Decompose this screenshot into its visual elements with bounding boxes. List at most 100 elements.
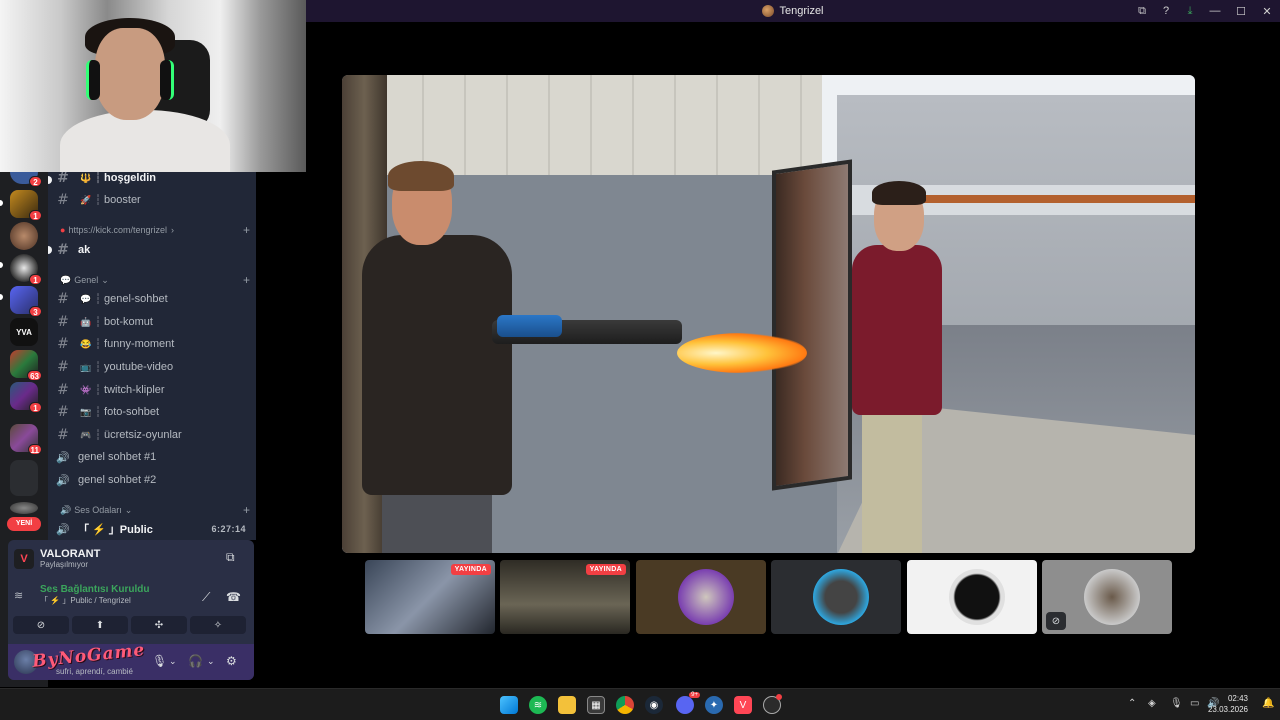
add-channel-icon[interactable]: + — [243, 503, 250, 517]
voice-channel-genel-sohbet-1[interactable]: 🔊 genel sohbet #1 — [48, 447, 256, 467]
chrome-icon[interactable] — [616, 696, 634, 714]
channel-funny-moment[interactable]: # 😂 ┆ funny-moment — [48, 334, 256, 354]
server-folder[interactable]: 1 — [10, 382, 42, 413]
channel-emoji: 😂 — [80, 338, 92, 349]
window-title: Tengrizel — [762, 5, 824, 17]
category-kick[interactable]: ● https://kick.com/tengrizel › + — [60, 222, 250, 238]
server-icon[interactable]: 1 — [10, 254, 42, 285]
hash-icon: # — [57, 242, 69, 258]
notification-badge: 9+ — [689, 692, 700, 698]
noise-suppression-icon[interactable]: ⟋ — [202, 590, 210, 605]
valorant-taskbar-icon[interactable]: V — [734, 696, 752, 714]
server-icon[interactable]: 3 — [10, 286, 42, 317]
server-icon[interactable]: YVA — [10, 318, 38, 346]
download-icon[interactable]: ⤓ — [1178, 0, 1202, 22]
category-ses-odalari[interactable]: 🔊 Ses Odaları ⌄ + — [60, 502, 250, 518]
steam-tray-icon[interactable]: ◈ — [1148, 698, 1156, 709]
channel-name: ücretsiz-oyunlar — [104, 429, 182, 441]
avatar — [949, 569, 1005, 625]
maximize-button[interactable]: ☐ — [1228, 0, 1254, 22]
server-icon[interactable] — [10, 502, 38, 514]
help-icon[interactable]: ? — [1154, 0, 1178, 22]
channel-twitch-klipler[interactable]: # 👾 ┆ twitch-klipler — [48, 380, 256, 400]
channel-name: bot-komut — [104, 316, 153, 328]
channel-name: genel sohbet #2 — [78, 474, 157, 486]
minimize-button[interactable]: — — [1202, 0, 1228, 22]
clock-time: 02:43 — [1227, 694, 1248, 703]
channel-name: funny-moment — [104, 338, 175, 350]
channel-hosgeldin[interactable]: # 🔱 ┆ hoşgeldin — [48, 172, 256, 188]
channel-ak[interactable]: # ak — [48, 240, 256, 260]
activities-button[interactable]: ✣ — [131, 616, 187, 634]
store-icon[interactable]: ▦ — [587, 696, 605, 714]
headphones-icon[interactable]: 🎧 — [188, 654, 203, 668]
disconnect-icon[interactable]: ☎ — [226, 590, 241, 604]
chevron-down-icon[interactable]: ⌄ — [207, 656, 215, 667]
server-icon[interactable] — [10, 222, 38, 250]
file-explorer-icon[interactable] — [558, 696, 576, 714]
channel-bot-komut[interactable]: # 🤖 ┆ bot-komut — [48, 312, 256, 332]
server-folder[interactable]: 11 — [10, 424, 42, 455]
tray-chevron-icon[interactable]: ⌃ — [1128, 698, 1136, 709]
avatar — [678, 569, 734, 625]
window-title-text: Tengrizel — [779, 5, 824, 17]
clock-date: 23.03.2026 — [1207, 705, 1248, 714]
speaker-icon: 🔊 — [56, 451, 70, 464]
network-icon[interactable]: ▭ — [1190, 698, 1199, 709]
channel-booster[interactable]: # 🚀 ┆ booster — [48, 190, 256, 210]
inbox-icon[interactable]: ⧉ — [1130, 0, 1154, 22]
channel-ucretsiz-oyunlar[interactable]: # 🎮 ┆ ücretsiz-oyunlar — [48, 425, 256, 445]
participant-tile[interactable] — [907, 560, 1037, 634]
channel-genel-sohbet[interactable]: # 💬 ┆ genel-sohbet — [48, 289, 256, 309]
camera-off-icon: ⊘ — [1046, 612, 1066, 630]
obs-icon[interactable] — [763, 694, 782, 714]
soundboard-button[interactable]: ✧ — [190, 616, 246, 634]
taskbar: ≋ ▦ ◉ 9+ ✦ V ⌃ ◈ 🎙 ▭ 🔊 02:43 23.03.2026 … — [0, 688, 1280, 720]
channel-foto-sohbet[interactable]: # 📷 ┆ foto-sohbet — [48, 402, 256, 422]
participant-tile[interactable] — [771, 560, 901, 634]
channel-name: twitch-klipler — [104, 384, 165, 396]
stream-thumbnail[interactable]: YAYINDA — [365, 560, 495, 634]
server-folder[interactable]: 63 — [10, 350, 42, 381]
participant-tile[interactable] — [636, 560, 766, 634]
channel-emoji: 🚀 — [80, 194, 92, 205]
channel-name: youtube-video — [104, 361, 174, 373]
discord-icon[interactable]: 9+ — [676, 692, 700, 714]
clock[interactable]: 02:43 23.03.2026 — [1208, 693, 1248, 715]
server-icon[interactable]: 2 — [10, 172, 42, 187]
connection-status: Ses Bağlantısı Kuruldu — [40, 584, 150, 595]
channel-youtube-video[interactable]: # 📺 ┆ youtube-video — [48, 357, 256, 377]
valorant-icon: V — [14, 548, 34, 569]
game-launcher-icon[interactable]: ✦ — [705, 696, 723, 714]
mention-badge: 11 — [27, 444, 42, 455]
channel-emoji: 🎮 — [80, 429, 92, 440]
chevron-down-icon[interactable]: ⌄ — [169, 656, 177, 667]
participant-tile[interactable]: ⊘ — [1042, 560, 1172, 634]
add-channel-icon[interactable]: + — [243, 273, 250, 287]
category-genel[interactable]: 💬 Genel ⌄ + — [60, 272, 250, 288]
channel-emoji: 👾 — [80, 384, 92, 395]
channel-name: 「 ⚡ 」Public — [78, 524, 153, 536]
share-screen-icon[interactable]: ⧉ — [226, 550, 235, 565]
microphone-tray-icon[interactable]: 🎙 — [1170, 698, 1183, 709]
start-icon[interactable] — [500, 696, 518, 714]
close-button[interactable]: ✕ — [1254, 0, 1280, 22]
add-channel-icon[interactable]: + — [243, 223, 250, 237]
steam-icon[interactable]: ◉ — [645, 696, 663, 714]
microphone-icon[interactable]: 🎙 — [152, 654, 167, 668]
voice-timer: 6:27:14 — [211, 524, 246, 534]
channel-emoji: 🔱 — [80, 172, 92, 183]
stream-thumbnail[interactable]: YAYINDA — [500, 560, 630, 634]
notification-bell-icon[interactable]: 🔔 — [1262, 698, 1274, 709]
voice-channel-genel-sohbet-2[interactable]: 🔊 genel sohbet #2 — [48, 470, 256, 490]
spotify-icon[interactable]: ≋ — [529, 696, 547, 714]
camera-button[interactable]: ⊘ — [13, 616, 69, 634]
server-icon[interactable]: 1 — [10, 190, 42, 221]
screen-share-button[interactable]: ⬆ — [72, 616, 128, 634]
voice-channel-public[interactable]: 🔊 「 ⚡ 」Public 6:27:14 — [48, 519, 256, 539]
server-icon[interactable] — [10, 460, 38, 496]
channel-emoji: 📷 — [80, 406, 92, 417]
gear-icon[interactable]: ⚙ — [226, 654, 237, 668]
stream-video[interactable] — [342, 75, 1195, 553]
hash-icon: # — [57, 382, 69, 398]
